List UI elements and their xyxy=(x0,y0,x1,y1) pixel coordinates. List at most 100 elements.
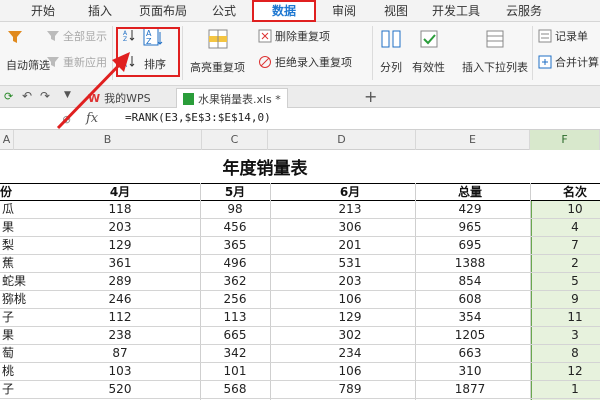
sheet-title[interactable]: 年度销量表 xyxy=(0,150,530,183)
total-cell[interactable]: 663 xyxy=(420,345,520,362)
tab-my-wps[interactable]: W 我的WPS xyxy=(82,88,157,108)
april-cell[interactable]: 238 xyxy=(70,327,170,344)
fruit-name-cell[interactable]: 果 xyxy=(0,327,40,344)
total-cell[interactable]: 608 xyxy=(420,291,520,308)
rank-cell[interactable]: 9 xyxy=(540,291,600,308)
june-cell[interactable]: 306 xyxy=(300,219,400,236)
column-header-b[interactable]: B xyxy=(14,130,202,150)
rank-cell[interactable]: 11 xyxy=(540,309,600,326)
june-cell[interactable]: 213 xyxy=(300,201,400,218)
april-cell[interactable]: 118 xyxy=(70,201,170,218)
fruit-name-cell[interactable]: 果 xyxy=(0,219,40,236)
highlight-duplicates-button[interactable]: 高亮重复项 xyxy=(190,28,245,75)
header-june[interactable]: 6月 xyxy=(300,184,400,201)
may-cell[interactable]: 665 xyxy=(185,327,285,344)
tab-insert[interactable]: 插入 xyxy=(78,0,122,22)
insert-dropdown-list-button[interactable]: 插入下拉列表 xyxy=(462,28,528,75)
june-cell[interactable]: 106 xyxy=(300,363,400,380)
new-tab-icon[interactable]: + xyxy=(364,87,377,106)
june-cell[interactable]: 106 xyxy=(300,291,400,308)
april-cell[interactable]: 103 xyxy=(70,363,170,380)
tab-developer[interactable]: 开发工具 xyxy=(424,0,488,22)
april-cell[interactable]: 112 xyxy=(70,309,170,326)
tab-formula[interactable]: 公式 xyxy=(204,0,244,22)
save-icon[interactable]: ⟳ xyxy=(4,90,13,103)
fruit-name-cell[interactable]: 蛇果 xyxy=(0,273,40,290)
reject-duplicates-button[interactable]: 拒绝录入重复项 xyxy=(258,54,352,70)
april-cell[interactable]: 246 xyxy=(70,291,170,308)
fruit-name-cell[interactable]: 萄 xyxy=(0,345,40,362)
column-header-c[interactable]: C xyxy=(202,130,268,150)
tab-data[interactable]: 数据 xyxy=(252,0,316,22)
auto-filter-button[interactable]: 自动筛选 xyxy=(6,28,50,73)
show-all-button[interactable]: 全部显示 xyxy=(46,28,107,44)
fruit-name-cell[interactable]: 瓜 xyxy=(0,201,40,218)
april-cell[interactable]: 520 xyxy=(70,381,170,398)
header-month[interactable]: 份 xyxy=(0,184,40,201)
sheet-grid[interactable]: 年度销量表 份 4月 5月 6月 总量 名次 瓜 118 98 213 429 10 果 20… xyxy=(0,150,600,400)
may-cell[interactable]: 98 xyxy=(185,201,285,218)
rank-cell[interactable]: 7 xyxy=(540,237,600,254)
june-cell[interactable]: 302 xyxy=(300,327,400,344)
header-april[interactable]: 4月 xyxy=(70,184,170,201)
fruit-name-cell[interactable]: 梨 xyxy=(0,237,40,254)
april-cell[interactable]: 203 xyxy=(70,219,170,236)
formula-input[interactable]: =RANK(E3,$E$3:$E$14,0) xyxy=(125,111,271,124)
remove-duplicates-button[interactable]: 删除重复项 xyxy=(258,28,330,44)
validity-button[interactable]: 有效性 xyxy=(412,28,445,75)
rank-cell[interactable]: 1 xyxy=(540,381,600,398)
split-column-button[interactable]: 分列 xyxy=(380,28,402,75)
total-cell[interactable]: 1877 xyxy=(420,381,520,398)
fruit-name-cell[interactable]: 子 xyxy=(0,381,40,398)
total-cell[interactable]: 354 xyxy=(420,309,520,326)
tab-cloud-service[interactable]: 云服务 xyxy=(494,0,554,22)
june-cell[interactable]: 789 xyxy=(300,381,400,398)
april-cell[interactable]: 361 xyxy=(70,255,170,272)
rank-cell[interactable]: 12 xyxy=(540,363,600,380)
fruit-name-cell[interactable]: 桃 xyxy=(0,363,40,380)
may-cell[interactable]: 113 xyxy=(185,309,285,326)
tab-fruit-sales[interactable]: 水果销量表.xls * xyxy=(176,88,288,108)
column-header-e[interactable]: E xyxy=(416,130,530,150)
may-cell[interactable]: 365 xyxy=(185,237,285,254)
total-cell[interactable]: 429 xyxy=(420,201,520,218)
april-cell[interactable]: 87 xyxy=(70,345,170,362)
fruit-name-cell[interactable]: 蕉 xyxy=(0,255,40,272)
rank-cell[interactable]: 10 xyxy=(540,201,600,218)
april-cell[interactable]: 129 xyxy=(70,237,170,254)
fruit-name-cell[interactable]: 子 xyxy=(0,309,40,326)
record-form-button[interactable]: 记录单 xyxy=(538,28,588,44)
tab-review[interactable]: 审阅 xyxy=(324,0,364,22)
function-icon[interactable]: fx xyxy=(86,111,98,126)
tab-page-layout[interactable]: 页面布局 xyxy=(132,0,194,22)
june-cell[interactable]: 234 xyxy=(300,345,400,362)
june-cell[interactable]: 201 xyxy=(300,237,400,254)
may-cell[interactable]: 101 xyxy=(185,363,285,380)
rank-cell[interactable]: 2 xyxy=(540,255,600,272)
reapply-button[interactable]: 重新应用 xyxy=(46,54,107,70)
may-cell[interactable]: 496 xyxy=(185,255,285,272)
fruit-name-cell[interactable]: 猕桃 xyxy=(0,291,40,308)
total-cell[interactable]: 310 xyxy=(420,363,520,380)
april-cell[interactable]: 289 xyxy=(70,273,170,290)
june-cell[interactable]: 129 xyxy=(300,309,400,326)
tab-view[interactable]: 视图 xyxy=(376,0,416,22)
rank-cell[interactable]: 5 xyxy=(540,273,600,290)
rank-cell[interactable]: 8 xyxy=(540,345,600,362)
undo-icon[interactable]: ↶ xyxy=(22,89,32,103)
may-cell[interactable]: 256 xyxy=(185,291,285,308)
zoom-icon[interactable]: ⊕ xyxy=(62,113,71,126)
header-rank[interactable]: 名次 xyxy=(540,184,600,201)
may-cell[interactable]: 342 xyxy=(185,345,285,362)
quick-access-dropdown-icon[interactable]: ▼ xyxy=(64,90,71,100)
total-cell[interactable]: 965 xyxy=(420,219,520,236)
total-cell[interactable]: 695 xyxy=(420,237,520,254)
column-header-f[interactable]: F xyxy=(530,130,600,150)
may-cell[interactable]: 568 xyxy=(185,381,285,398)
tab-start[interactable]: 开始 xyxy=(18,0,68,22)
may-cell[interactable]: 456 xyxy=(185,219,285,236)
total-cell[interactable]: 854 xyxy=(420,273,520,290)
june-cell[interactable]: 531 xyxy=(300,255,400,272)
rank-cell[interactable]: 3 xyxy=(540,327,600,344)
column-header-d[interactable]: D xyxy=(268,130,416,150)
